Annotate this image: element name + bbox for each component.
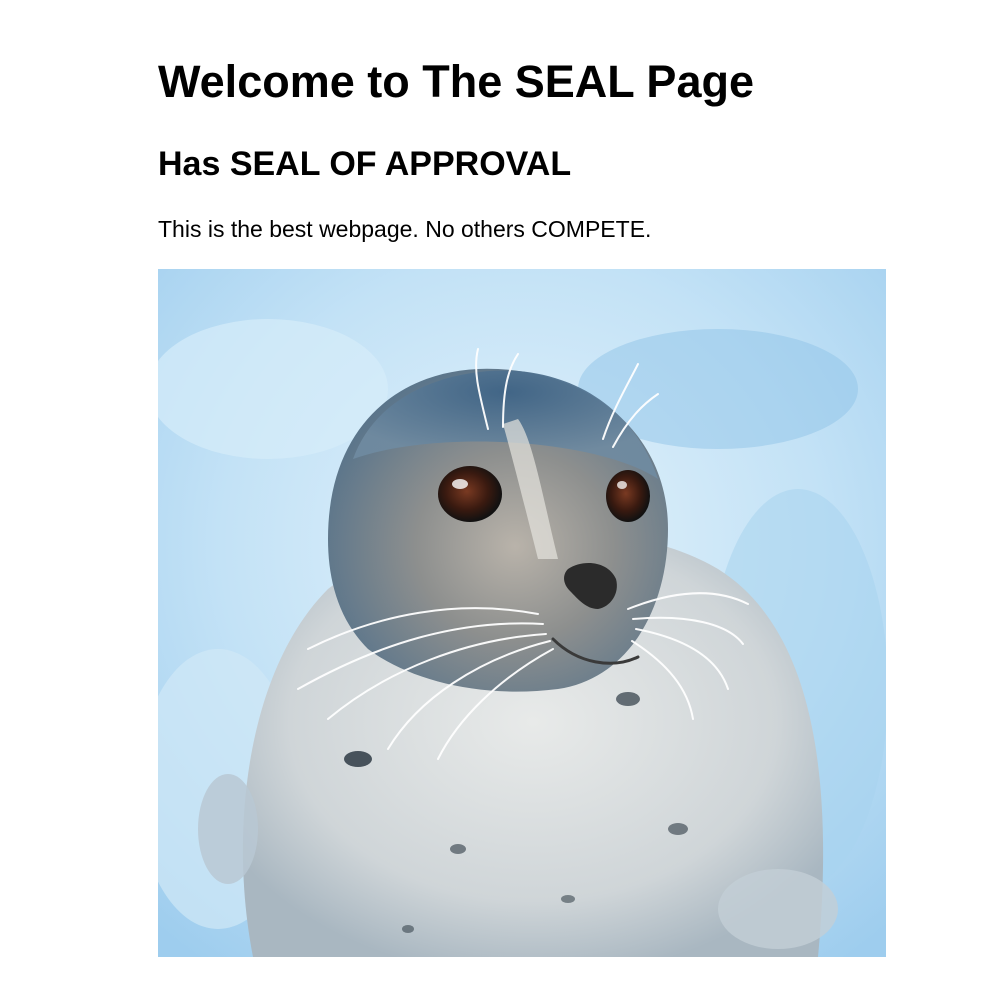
page-paragraph: This is the best webpage. No others COMP… (158, 216, 652, 242)
page-title: Welcome to The SEAL Page (158, 56, 754, 107)
page-subtitle: Has SEAL OF APPROVAL (158, 145, 572, 183)
seal-illustration (158, 269, 886, 957)
seal-photo (158, 269, 886, 957)
